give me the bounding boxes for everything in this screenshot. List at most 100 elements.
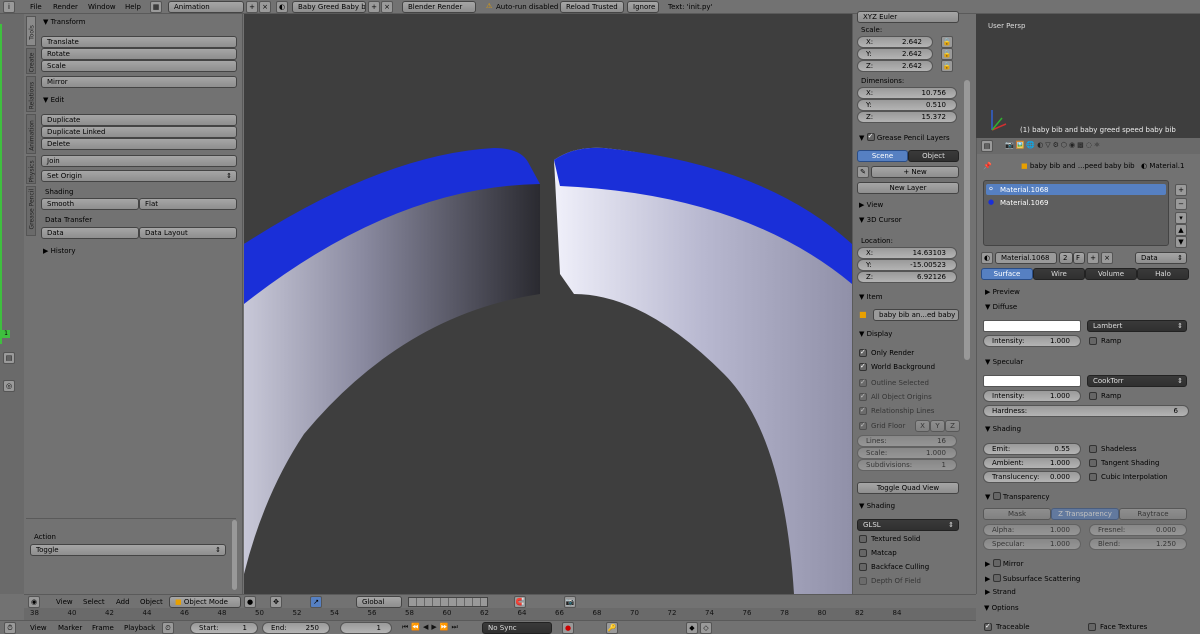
tools-scrollbar[interactable] — [232, 520, 237, 590]
set-origin-dropdown[interactable]: Set Origin ⇕ — [41, 170, 237, 182]
textured-solid-checkbox[interactable] — [859, 535, 867, 543]
tab-surface[interactable]: Surface — [981, 268, 1033, 280]
smooth-button[interactable]: Smooth — [41, 198, 139, 210]
dim-z-field[interactable]: Z: 15.372 — [857, 111, 957, 123]
section-history[interactable]: ▶ History — [43, 247, 76, 255]
sync-dropdown[interactable]: No Sync — [482, 622, 552, 634]
tab-halo[interactable]: Halo — [1137, 268, 1189, 280]
render-engine-select[interactable]: Blender Render — [402, 1, 476, 13]
diffuse-ramp-checkbox[interactable] — [1089, 337, 1097, 345]
slot-menu-icon[interactable]: ▾ — [1175, 212, 1187, 224]
tab-physics[interactable]: Physics — [26, 156, 36, 184]
scale-x-field[interactable]: X: 2.642 — [857, 36, 933, 48]
duplicate-button[interactable]: Duplicate — [41, 114, 237, 126]
section-transform[interactable]: ▼ Transform — [43, 18, 85, 26]
section-shading[interactable]: ▼ Shading — [859, 502, 895, 510]
preview-range-icon[interactable]: ⏲ — [162, 622, 174, 634]
material-browse-icon[interactable]: ◐ — [981, 252, 993, 264]
material-slot-2[interactable]: ● Material.1069 — [986, 197, 1166, 208]
specular-color-swatch[interactable] — [983, 375, 1081, 387]
grease-object-tab[interactable]: Object — [908, 150, 959, 162]
section-sss[interactable]: ▶ Subsurface Scattering — [985, 573, 1080, 583]
tab-grease-pencil[interactable]: Grease Pencil — [26, 186, 36, 236]
outline-checkbox[interactable] — [859, 378, 867, 387]
section-diffuse[interactable]: ▼ Diffuse — [985, 303, 1017, 311]
section-view[interactable]: ▶ View — [859, 201, 883, 209]
material-slot-list[interactable]: ⚪ Material.1068 ● Material.1069 — [983, 180, 1169, 246]
cubic-interp-checkbox[interactable] — [1089, 473, 1097, 481]
remove-slot-icon[interactable]: − — [1175, 198, 1187, 210]
orientation-dropdown[interactable]: Global — [356, 596, 402, 608]
tangent-shading-checkbox[interactable] — [1089, 459, 1097, 467]
material-slot-1[interactable]: ⚪ Material.1068 — [986, 184, 1166, 195]
viewport-shading-icon[interactable]: ● — [244, 596, 256, 608]
scale-button[interactable]: Scale — [41, 60, 237, 72]
end-frame-field[interactable]: End: 250 — [262, 622, 330, 634]
lock-icon[interactable]: 🔒 — [941, 48, 953, 60]
delete-keyframe-icon[interactable]: ◇ — [700, 622, 712, 634]
add-layout-icon[interactable]: + — [246, 1, 258, 13]
editor-type-icon[interactable]: ▤ — [981, 140, 993, 152]
new-grease-button[interactable]: + New — [871, 166, 959, 178]
grid-y-toggle[interactable]: Y — [930, 420, 945, 432]
specular-intensity-field[interactable]: Intensity: 1.000 — [983, 390, 1081, 402]
fresnel-field[interactable]: Fresnel: 0.000 — [1089, 524, 1187, 536]
current-frame-field[interactable]: 1 — [340, 622, 392, 634]
emit-field[interactable]: Emit: 0.55 — [983, 443, 1081, 455]
matcap-checkbox[interactable] — [859, 549, 867, 557]
material-name-field[interactable]: Material.1068 — [995, 252, 1057, 264]
dim-x-field[interactable]: X: 10.756 — [857, 87, 957, 99]
viewport-3d[interactable] — [244, 14, 852, 594]
scene-selector[interactable]: Baby Greed Baby bib — [292, 1, 366, 13]
menu-add[interactable]: Add — [116, 598, 130, 606]
pin-icon[interactable]: 📌 — [983, 162, 992, 170]
section-strand[interactable]: ▶ Strand — [985, 588, 1016, 596]
transp-z-tab[interactable]: Z Transparency — [1051, 508, 1119, 520]
specular-ramp-checkbox[interactable] — [1089, 392, 1097, 400]
tab-relations[interactable]: Relations — [26, 76, 36, 112]
scale-z-field[interactable]: Z: 2.642 — [857, 60, 933, 72]
diffuse-shader-dropdown[interactable]: Lambert ⇕ — [1087, 320, 1187, 332]
specular-shader-dropdown[interactable]: CookTorr ⇕ — [1087, 375, 1187, 387]
remove-scene-icon[interactable]: × — [381, 1, 393, 13]
n-panel-scrollbar[interactable] — [964, 80, 970, 360]
delete-button[interactable]: Delete — [41, 138, 237, 150]
manipulator-icon[interactable]: ↗ — [310, 596, 322, 608]
dim-y-field[interactable]: Y: 0.510 — [857, 99, 957, 111]
cursor-z-field[interactable]: Z: 6.92126 — [857, 271, 957, 283]
context-tabs[interactable]: 📷🖼️🌐◐▽⚙︎⬡◉▩◌⚛︎ — [1005, 141, 1195, 151]
section-edit[interactable]: ▼ Edit — [43, 96, 64, 104]
section-mirror[interactable]: ▶ Mirror — [985, 558, 1023, 568]
duplicate-linked-button[interactable]: Duplicate Linked — [41, 126, 237, 138]
section-specular[interactable]: ▼ Specular — [985, 358, 1023, 366]
section-item[interactable]: ▼ Item — [859, 293, 883, 301]
tab-animation[interactable]: Animation — [26, 114, 36, 154]
section-options[interactable]: ▼ Options — [984, 604, 1019, 612]
menu-view[interactable]: View — [30, 624, 47, 632]
unlink-material-icon[interactable]: × — [1101, 252, 1113, 264]
tab-wire[interactable]: Wire — [1033, 268, 1085, 280]
cursor-x-field[interactable]: X: 14.63103 — [857, 247, 957, 259]
shadeless-checkbox[interactable] — [1089, 445, 1097, 453]
backface-checkbox[interactable] — [859, 563, 867, 571]
grid-floor-checkbox[interactable] — [859, 421, 867, 430]
ignore-button[interactable]: Ignore — [627, 1, 659, 13]
menu-window[interactable]: Window — [88, 3, 116, 11]
menu-marker[interactable]: Marker — [58, 624, 82, 632]
section-preview[interactable]: ▶ Preview — [985, 288, 1020, 296]
info-editor-icon[interactable]: i — [3, 1, 15, 13]
layout-grid-icon[interactable]: ▦ — [150, 1, 162, 13]
fake-user-button[interactable]: F — [1073, 252, 1085, 264]
world-bg-checkbox[interactable] — [859, 362, 867, 371]
section-transparency[interactable]: ▼ Transparency — [985, 491, 1050, 501]
grease-scene-tab[interactable]: Scene — [857, 150, 908, 162]
menu-render[interactable]: Render — [53, 3, 78, 11]
data-button[interactable]: Data — [41, 227, 139, 239]
traceable-checkbox[interactable] — [984, 622, 992, 631]
grid-x-toggle[interactable]: X — [915, 420, 930, 432]
section-grease-pencil[interactable]: ▼ Grease Pencil Layers — [859, 132, 950, 142]
tab-volume[interactable]: Volume — [1085, 268, 1137, 280]
add-slot-icon[interactable]: + — [1175, 184, 1187, 196]
face-textures-checkbox[interactable] — [1088, 623, 1096, 631]
diffuse-intensity-field[interactable]: Intensity: 1.000 — [983, 335, 1081, 347]
